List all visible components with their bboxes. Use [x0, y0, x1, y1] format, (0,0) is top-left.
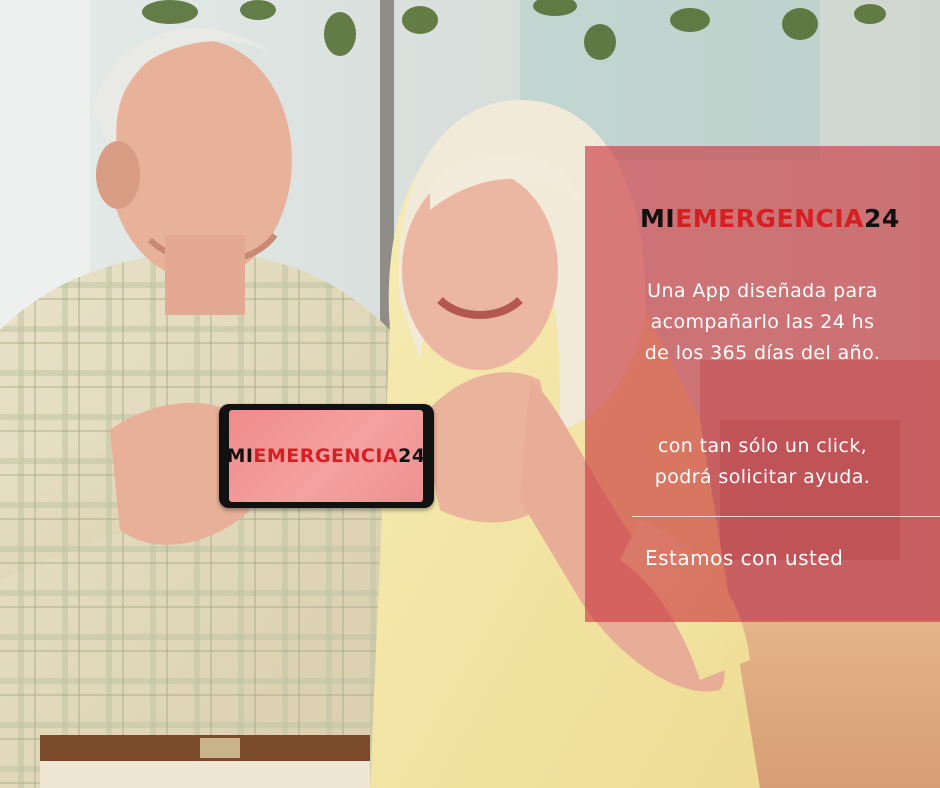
- description-line-2: acompañarlo las 24 hs: [650, 311, 875, 333]
- tagline: Estamos con usted: [645, 546, 844, 570]
- logo-mi: MI: [640, 204, 676, 233]
- description-line-1: Una App diseñada para: [647, 280, 878, 302]
- help-line-1: con tan sólo un click,: [657, 435, 868, 457]
- logo-emergencia: EMERGENCIA: [253, 445, 399, 467]
- phone-screen: MIEMERGENCIA24: [226, 410, 425, 502]
- description-line-3: de los 365 días del año.: [644, 342, 881, 364]
- promo-panel: MIEMERGENCIA24 Una App diseñada para aco…: [585, 146, 940, 622]
- logo-mi: MI: [226, 445, 254, 467]
- smartphone: MIEMERGENCIA24: [219, 404, 434, 508]
- app-description: Una App diseñada para acompañarlo las 24…: [585, 276, 940, 369]
- phone-app-logo: MIEMERGENCIA24: [226, 445, 425, 467]
- panel-divider: [632, 516, 940, 517]
- logo-emergencia: EMERGENCIA: [675, 204, 864, 233]
- help-description: con tan sólo un click, podrá solicitar a…: [585, 431, 940, 493]
- logo-24: 24: [398, 445, 426, 467]
- logo-24: 24: [864, 204, 900, 233]
- panel-logo: MIEMERGENCIA24: [640, 204, 900, 233]
- help-line-2: podrá solicitar ayuda.: [654, 466, 871, 488]
